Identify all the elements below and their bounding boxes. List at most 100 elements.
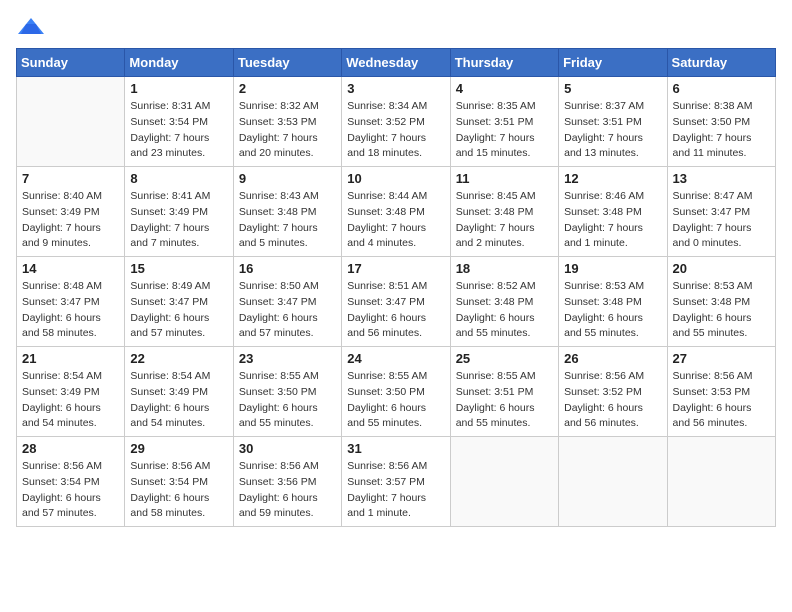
day-number: 12 bbox=[564, 171, 661, 186]
calendar-cell bbox=[450, 437, 558, 527]
day-info: Sunrise: 8:47 AMSunset: 3:47 PMDaylight:… bbox=[673, 189, 770, 252]
calendar-cell: 9 Sunrise: 8:43 AMSunset: 3:48 PMDaylight… bbox=[233, 167, 341, 257]
day-info: Sunrise: 8:32 AMSunset: 3:53 PMDaylight:… bbox=[239, 99, 336, 162]
calendar-cell bbox=[667, 437, 775, 527]
calendar-week-row: 1 Sunrise: 8:31 AMSunset: 3:54 PMDaylight… bbox=[17, 77, 776, 167]
calendar-cell: 12 Sunrise: 8:46 AMSunset: 3:48 PMDayligh… bbox=[559, 167, 667, 257]
day-number: 3 bbox=[347, 81, 444, 96]
day-number: 14 bbox=[22, 261, 119, 276]
weekday-header-wednesday: Wednesday bbox=[342, 49, 450, 77]
day-info: Sunrise: 8:56 AMSunset: 3:57 PMDaylight:… bbox=[347, 459, 444, 522]
day-number: 13 bbox=[673, 171, 770, 186]
calendar-cell: 13 Sunrise: 8:47 AMSunset: 3:47 PMDayligh… bbox=[667, 167, 775, 257]
page-header bbox=[16, 16, 776, 40]
day-number: 6 bbox=[673, 81, 770, 96]
weekday-header-thursday: Thursday bbox=[450, 49, 558, 77]
calendar-cell: 23 Sunrise: 8:55 AMSunset: 3:50 PMDayligh… bbox=[233, 347, 341, 437]
day-info: Sunrise: 8:49 AMSunset: 3:47 PMDaylight:… bbox=[130, 279, 227, 342]
day-number: 21 bbox=[22, 351, 119, 366]
calendar-cell: 28 Sunrise: 8:56 AMSunset: 3:54 PMDayligh… bbox=[17, 437, 125, 527]
calendar-cell: 5 Sunrise: 8:37 AMSunset: 3:51 PMDaylight… bbox=[559, 77, 667, 167]
day-info: Sunrise: 8:52 AMSunset: 3:48 PMDaylight:… bbox=[456, 279, 553, 342]
calendar-table: SundayMondayTuesdayWednesdayThursdayFrid… bbox=[16, 48, 776, 527]
day-number: 31 bbox=[347, 441, 444, 456]
calendar-cell: 30Sunrise: 8:56 AMSunset: 3:56 PMDayligh… bbox=[233, 437, 341, 527]
day-number: 8 bbox=[130, 171, 227, 186]
day-info: Sunrise: 8:35 AMSunset: 3:51 PMDaylight:… bbox=[456, 99, 553, 162]
day-info: Sunrise: 8:55 AMSunset: 3:50 PMDaylight:… bbox=[347, 369, 444, 432]
calendar-cell: 22 Sunrise: 8:54 AMSunset: 3:49 PMDayligh… bbox=[125, 347, 233, 437]
day-number: 9 bbox=[239, 171, 336, 186]
day-number: 24 bbox=[347, 351, 444, 366]
calendar-cell: 26Sunrise: 8:56 AMSunset: 3:52 PMDayligh… bbox=[559, 347, 667, 437]
day-number: 7 bbox=[22, 171, 119, 186]
calendar-cell: 10Sunrise: 8:44 AMSunset: 3:48 PMDayligh… bbox=[342, 167, 450, 257]
calendar-cell: 4 Sunrise: 8:35 AMSunset: 3:51 PMDaylight… bbox=[450, 77, 558, 167]
day-number: 22 bbox=[130, 351, 227, 366]
day-info: Sunrise: 8:51 AMSunset: 3:47 PMDaylight:… bbox=[347, 279, 444, 342]
day-number: 16 bbox=[239, 261, 336, 276]
calendar-cell: 7Sunrise: 8:40 AMSunset: 3:49 PMDaylight… bbox=[17, 167, 125, 257]
calendar-cell: 20Sunrise: 8:53 AMSunset: 3:48 PMDayligh… bbox=[667, 257, 775, 347]
calendar-cell: 18Sunrise: 8:52 AMSunset: 3:48 PMDayligh… bbox=[450, 257, 558, 347]
day-number: 11 bbox=[456, 171, 553, 186]
day-info: Sunrise: 8:41 AMSunset: 3:49 PMDaylight:… bbox=[130, 189, 227, 252]
day-number: 4 bbox=[456, 81, 553, 96]
day-info: Sunrise: 8:53 AMSunset: 3:48 PMDaylight:… bbox=[673, 279, 770, 342]
calendar-cell: 25 Sunrise: 8:55 AMSunset: 3:51 PMDayligh… bbox=[450, 347, 558, 437]
day-info: Sunrise: 8:56 AMSunset: 3:53 PMDaylight:… bbox=[673, 369, 770, 432]
day-number: 27 bbox=[673, 351, 770, 366]
day-info: Sunrise: 8:50 AMSunset: 3:47 PMDaylight:… bbox=[239, 279, 336, 342]
day-info: Sunrise: 8:56 AMSunset: 3:54 PMDaylight:… bbox=[130, 459, 227, 522]
calendar-week-row: 28 Sunrise: 8:56 AMSunset: 3:54 PMDayligh… bbox=[17, 437, 776, 527]
weekday-header-friday: Friday bbox=[559, 49, 667, 77]
weekday-header-saturday: Saturday bbox=[667, 49, 775, 77]
calendar-cell: 15 Sunrise: 8:49 AMSunset: 3:47 PMDayligh… bbox=[125, 257, 233, 347]
day-info: Sunrise: 8:54 AMSunset: 3:49 PMDaylight:… bbox=[22, 369, 119, 432]
day-number: 15 bbox=[130, 261, 227, 276]
calendar-cell: 21 Sunrise: 8:54 AMSunset: 3:49 PMDayligh… bbox=[17, 347, 125, 437]
calendar-cell: 19 Sunrise: 8:53 AMSunset: 3:48 PMDayligh… bbox=[559, 257, 667, 347]
day-info: Sunrise: 8:43 AMSunset: 3:48 PMDaylight:… bbox=[239, 189, 336, 252]
day-number: 23 bbox=[239, 351, 336, 366]
calendar-week-row: 21 Sunrise: 8:54 AMSunset: 3:49 PMDayligh… bbox=[17, 347, 776, 437]
weekday-header-monday: Monday bbox=[125, 49, 233, 77]
day-info: Sunrise: 8:54 AMSunset: 3:49 PMDaylight:… bbox=[130, 369, 227, 432]
calendar-cell: 8 Sunrise: 8:41 AMSunset: 3:49 PMDaylight… bbox=[125, 167, 233, 257]
weekday-header-sunday: Sunday bbox=[17, 49, 125, 77]
day-info: Sunrise: 8:45 AMSunset: 3:48 PMDaylight:… bbox=[456, 189, 553, 252]
calendar-cell bbox=[559, 437, 667, 527]
calendar-cell: 2Sunrise: 8:32 AMSunset: 3:53 PMDaylight… bbox=[233, 77, 341, 167]
calendar-cell: 6 Sunrise: 8:38 AMSunset: 3:50 PMDaylight… bbox=[667, 77, 775, 167]
day-number: 1 bbox=[130, 81, 227, 96]
day-number: 25 bbox=[456, 351, 553, 366]
calendar-cell: 24 Sunrise: 8:55 AMSunset: 3:50 PMDayligh… bbox=[342, 347, 450, 437]
weekday-header-row: SundayMondayTuesdayWednesdayThursdayFrid… bbox=[17, 49, 776, 77]
weekday-header-tuesday: Tuesday bbox=[233, 49, 341, 77]
day-info: Sunrise: 8:48 AMSunset: 3:47 PMDaylight:… bbox=[22, 279, 119, 342]
day-info: Sunrise: 8:44 AMSunset: 3:48 PMDaylight:… bbox=[347, 189, 444, 252]
calendar-cell bbox=[17, 77, 125, 167]
day-info: Sunrise: 8:55 AMSunset: 3:51 PMDaylight:… bbox=[456, 369, 553, 432]
calendar-cell: 14 Sunrise: 8:48 AMSunset: 3:47 PMDayligh… bbox=[17, 257, 125, 347]
day-info: Sunrise: 8:34 AMSunset: 3:52 PMDaylight:… bbox=[347, 99, 444, 162]
day-info: Sunrise: 8:55 AMSunset: 3:50 PMDaylight:… bbox=[239, 369, 336, 432]
day-number: 17 bbox=[347, 261, 444, 276]
day-info: Sunrise: 8:37 AMSunset: 3:51 PMDaylight:… bbox=[564, 99, 661, 162]
day-info: Sunrise: 8:46 AMSunset: 3:48 PMDaylight:… bbox=[564, 189, 661, 252]
day-info: Sunrise: 8:56 AMSunset: 3:54 PMDaylight:… bbox=[22, 459, 119, 522]
day-number: 28 bbox=[22, 441, 119, 456]
day-number: 29 bbox=[130, 441, 227, 456]
day-info: Sunrise: 8:56 AMSunset: 3:56 PMDaylight:… bbox=[239, 459, 336, 522]
day-info: Sunrise: 8:38 AMSunset: 3:50 PMDaylight:… bbox=[673, 99, 770, 162]
calendar-week-row: 7Sunrise: 8:40 AMSunset: 3:49 PMDaylight… bbox=[17, 167, 776, 257]
day-info: Sunrise: 8:56 AMSunset: 3:52 PMDaylight:… bbox=[564, 369, 661, 432]
day-info: Sunrise: 8:31 AMSunset: 3:54 PMDaylight:… bbox=[130, 99, 227, 162]
day-number: 5 bbox=[564, 81, 661, 96]
calendar-cell: 1 Sunrise: 8:31 AMSunset: 3:54 PMDaylight… bbox=[125, 77, 233, 167]
calendar-cell: 11 Sunrise: 8:45 AMSunset: 3:48 PMDayligh… bbox=[450, 167, 558, 257]
calendar-cell: 27 Sunrise: 8:56 AMSunset: 3:53 PMDayligh… bbox=[667, 347, 775, 437]
day-number: 19 bbox=[564, 261, 661, 276]
day-info: Sunrise: 8:53 AMSunset: 3:48 PMDaylight:… bbox=[564, 279, 661, 342]
logo bbox=[16, 16, 50, 40]
